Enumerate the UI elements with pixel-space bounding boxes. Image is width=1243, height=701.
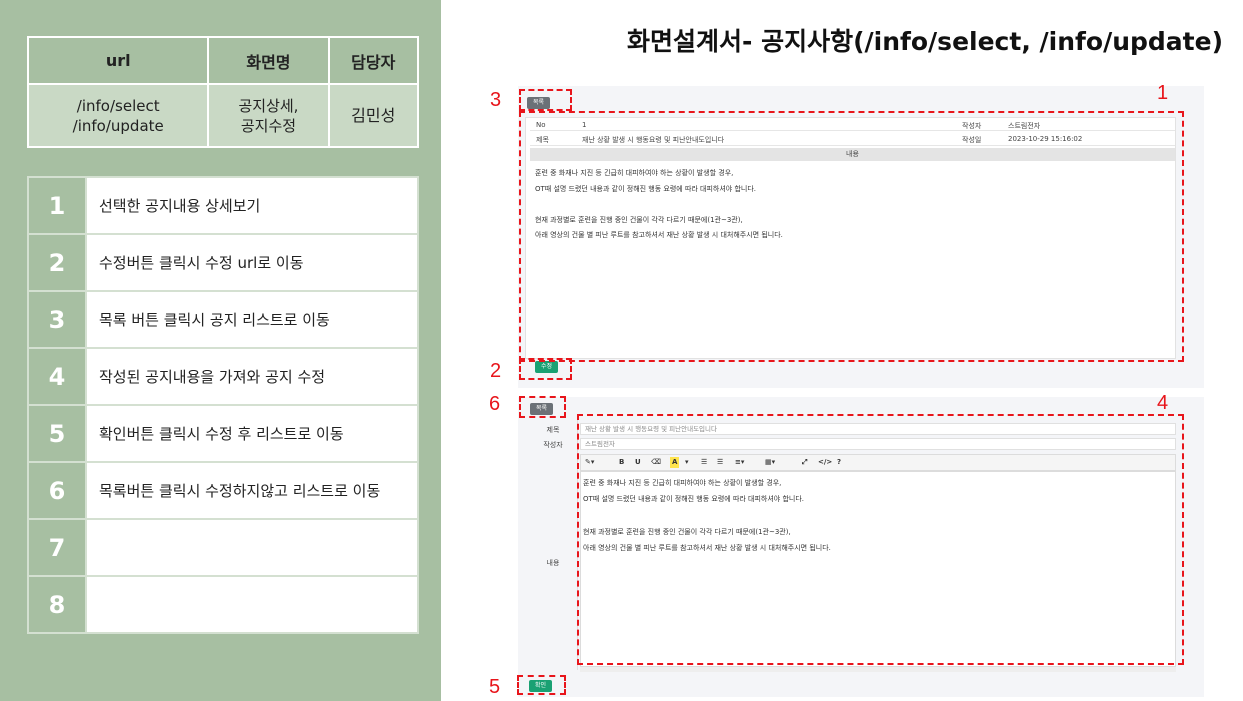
step-number: 3 [27, 290, 87, 349]
spec-panel: url 화면명 담당자 /info/select /info/update 공지… [0, 0, 441, 701]
editor-resize-handle[interactable] [580, 667, 1176, 672]
edit-content-label: 내용 [546, 559, 560, 567]
annotation-label-3: 3 [490, 89, 502, 111]
meta-table: url 화면명 담당자 /info/select /info/update 공지… [26, 36, 419, 148]
annotation-label-1: 1 [1157, 82, 1169, 104]
step-number: 6 [27, 461, 87, 520]
step-text: 목록버튼 클릭시 수정하지않고 리스트로 이동 [85, 461, 419, 520]
step-number: 1 [27, 176, 87, 235]
step-text: 목록 버튼 클릭시 공지 리스트로 이동 [85, 290, 419, 349]
owner-value: 김민성 [327, 83, 419, 148]
annotation-box-2 [519, 358, 572, 380]
url-value: /info/select /info/update [26, 83, 210, 148]
annotation-label-2: 2 [490, 360, 502, 382]
step-text: 작성된 공지내용을 가져와 공지 수정 [85, 347, 419, 406]
step-row: 8 [27, 575, 419, 634]
annotation-box-6 [519, 396, 566, 418]
step-text: 선택한 공지내용 상세보기 [85, 176, 419, 235]
step-number: 8 [27, 575, 87, 634]
header-owner: 담당자 [327, 36, 419, 85]
header-screen-name: 화면명 [207, 36, 330, 85]
step-row: 2 수정버튼 클릭시 수정 url로 이동 [27, 233, 419, 292]
header-url: url [26, 36, 210, 85]
step-text: 수정버튼 클릭시 수정 url로 이동 [85, 233, 419, 292]
page-title: 화면설계서- 공지사항(/info/select, /info/update) [627, 27, 1223, 56]
step-row: 5 확인버튼 클릭시 수정 후 리스트로 이동 [27, 404, 419, 463]
annotation-label-5: 5 [489, 676, 501, 698]
edit-writer-label: 작성자 [543, 441, 563, 449]
steps-table: 1 선택한 공지내용 상세보기 2 수정버튼 클릭시 수정 url로 이동 3 목록 … [27, 176, 419, 634]
edit-subject-label: 제목 [546, 426, 560, 434]
step-number: 4 [27, 347, 87, 406]
annotation-label-4: 4 [1157, 392, 1169, 414]
step-number: 2 [27, 233, 87, 292]
step-text [85, 575, 419, 634]
step-row: 1 선택한 공지내용 상세보기 [27, 176, 419, 235]
step-row: 6 목록버튼 클릭시 수정하지않고 리스트로 이동 [27, 461, 419, 520]
step-row: 7 [27, 518, 419, 577]
annotation-box-4 [577, 414, 1184, 665]
step-row: 3 목록 버튼 클릭시 공지 리스트로 이동 [27, 290, 419, 349]
annotation-box-1 [519, 111, 1184, 362]
step-text: 확인버튼 클릭시 수정 후 리스트로 이동 [85, 404, 419, 463]
step-number: 7 [27, 518, 87, 577]
annotation-box-5 [517, 675, 566, 695]
screen-name-value: 공지상세, 공지수정 [207, 83, 330, 148]
step-text [85, 518, 419, 577]
annotation-label-6: 6 [489, 393, 501, 415]
step-number: 5 [27, 404, 87, 463]
annotation-box-3 [519, 89, 572, 111]
step-row: 4 작성된 공지내용을 가져와 공지 수정 [27, 347, 419, 406]
